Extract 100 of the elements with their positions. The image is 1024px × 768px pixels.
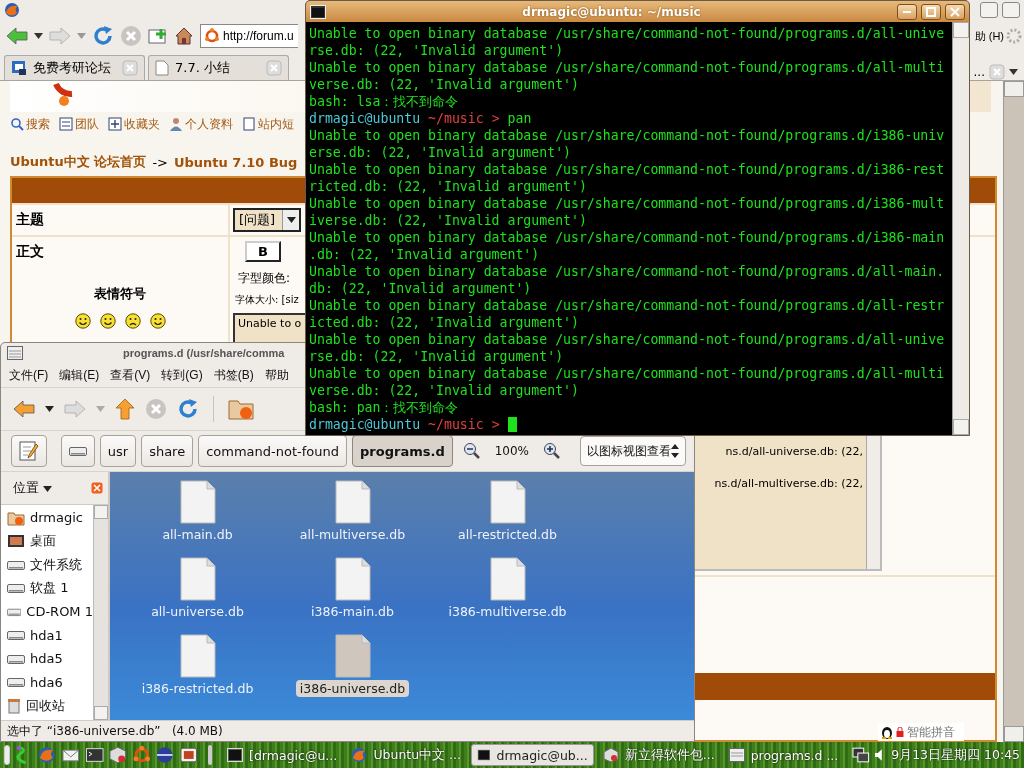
logo-icon[interactable] xyxy=(131,745,152,765)
tab[interactable]: 7.7. 小结 xyxy=(148,55,289,80)
sidebar-item[interactable]: 桌面 xyxy=(1,529,93,553)
file-item[interactable]: i386-multiverse.db xyxy=(430,557,585,634)
menu-item[interactable]: 查看(V) xyxy=(110,366,151,384)
breadcrumb-link[interactable]: Ubuntu中文 论坛首页 xyxy=(10,153,147,171)
nav-link[interactable]: 团队 xyxy=(59,115,99,133)
nav-link[interactable]: 搜索 xyxy=(10,115,50,133)
menu-item[interactable]: 转到(G) xyxy=(161,366,203,384)
menu-item[interactable]: 帮助 xyxy=(264,366,289,384)
close-button[interactable] xyxy=(945,3,965,20)
smiley-icon[interactable] xyxy=(149,313,166,329)
new-tab-icon[interactable] xyxy=(148,27,168,45)
path-button[interactable]: share xyxy=(141,435,194,467)
taskbar-button[interactable]: drmagic@ub... xyxy=(470,744,594,766)
file-item[interactable]: i386-restricted.db xyxy=(120,634,275,711)
nav-link[interactable]: 站内短 xyxy=(242,115,294,133)
terminal-line: Unable to open binary database /usr/share/command-not-found/programs.d/i386-mult xyxy=(309,195,945,212)
home-folder-icon[interactable] xyxy=(228,397,254,421)
drive-button[interactable] xyxy=(60,435,95,467)
close-icon[interactable] xyxy=(91,482,103,494)
menu-item[interactable]: 编辑(E) xyxy=(59,366,100,384)
zoom-in-icon[interactable] xyxy=(543,442,561,460)
caret-icon[interactable] xyxy=(1009,69,1018,75)
file-item[interactable]: i386-main.db xyxy=(275,557,430,634)
sidebar-item[interactable]: hda1 xyxy=(1,623,93,647)
input-method-indicator[interactable]: 智能拼音 xyxy=(878,723,964,741)
caret-icon[interactable] xyxy=(286,217,296,223)
monitor-icon[interactable] xyxy=(178,745,199,765)
taskbar-button[interactable]: programs.d ... xyxy=(723,744,844,766)
file-item[interactable]: all-universe.db xyxy=(120,557,275,634)
back-icon[interactable] xyxy=(6,26,28,46)
path-button[interactable]: command-not-found xyxy=(198,435,347,467)
address-field[interactable]: http://forum.u xyxy=(200,24,298,48)
home-icon[interactable] xyxy=(174,26,194,46)
sidebar-item[interactable]: 软盘 1 xyxy=(1,576,93,600)
drag-handle[interactable] xyxy=(208,745,213,765)
caret-icon[interactable] xyxy=(45,406,54,412)
minimize-button[interactable] xyxy=(897,3,917,20)
home-folder-icon xyxy=(7,509,25,526)
view-mode-select[interactable]: 以图标视图查看 xyxy=(580,436,686,466)
terminal-icon[interactable] xyxy=(84,745,105,765)
caret-icon[interactable] xyxy=(34,33,43,39)
reload-icon[interactable] xyxy=(177,398,199,420)
topic-select[interactable]: [问题] xyxy=(233,208,301,232)
close-button[interactable] xyxy=(1002,2,1020,18)
scrollbar[interactable] xyxy=(866,433,880,569)
window-icon xyxy=(7,346,23,360)
drag-handle[interactable] xyxy=(4,745,10,765)
smiley-icon[interactable] xyxy=(124,313,141,329)
scrollbar[interactable] xyxy=(1003,81,1024,742)
taskbar-button[interactable]: Ubuntu中文 ... xyxy=(346,744,467,766)
reload-icon[interactable] xyxy=(92,25,114,47)
sidebar-item[interactable]: 文件系统 xyxy=(1,553,93,577)
spin-arrows-icon xyxy=(671,444,679,458)
file-item[interactable]: all-restricted.db xyxy=(430,480,585,557)
globe-icon[interactable] xyxy=(155,745,175,765)
file-item[interactable]: all-main.db xyxy=(120,480,275,557)
smiley-icon[interactable] xyxy=(74,313,91,329)
maximize-button[interactable] xyxy=(921,3,941,20)
path-button[interactable]: programs.d xyxy=(352,435,453,467)
nav-link[interactable]: 个人资料 xyxy=(169,115,233,133)
sidebar-item[interactable]: 回收站 xyxy=(1,694,93,718)
breadcrumb-link[interactable]: Ubuntu 7.10 Bug xyxy=(173,154,298,170)
up-arrow-icon[interactable] xyxy=(115,398,135,420)
scrollbar[interactable] xyxy=(93,505,108,720)
bold-button[interactable]: B xyxy=(245,241,281,262)
scrollbar[interactable] xyxy=(952,22,969,435)
windows-icon[interactable] xyxy=(851,747,870,763)
file-item[interactable]: i386-universe.db xyxy=(275,634,430,711)
taskbar-button[interactable]: 新立得软件包... xyxy=(597,744,720,766)
drive-icon xyxy=(7,582,25,595)
tab[interactable]: 免费考研论坛 xyxy=(4,55,145,80)
close-icon[interactable] xyxy=(266,60,282,76)
nav-link[interactable]: 收藏夹 xyxy=(108,115,160,133)
file-item[interactable]: all-multiverse.db xyxy=(275,480,430,557)
sidebar-selector[interactable]: 位置 xyxy=(13,479,53,497)
minimize-icon xyxy=(903,10,911,13)
package-icon[interactable] xyxy=(108,745,128,765)
back-icon[interactable] xyxy=(13,399,35,419)
maximize-button[interactable] xyxy=(980,2,998,18)
sidebar-item[interactable]: CD-ROM 1 xyxy=(1,600,93,624)
menu-item[interactable]: 文件(F) xyxy=(9,366,49,384)
sidebar-item[interactable]: hda6 xyxy=(1,670,93,694)
menu-item[interactable]: 助 (H) xyxy=(974,28,1004,44)
trash-icon xyxy=(7,697,21,714)
menu-item[interactable]: 书签(B) xyxy=(213,366,254,384)
edit-location-button[interactable] xyxy=(11,435,47,467)
clock[interactable]: 9月13日星期四 10:45 xyxy=(891,746,1021,764)
sidebar-item[interactable]: drmagic xyxy=(1,506,93,530)
zoom-out-icon[interactable] xyxy=(462,442,481,460)
smiley-icon[interactable] xyxy=(99,313,116,329)
sidebar-item[interactable]: hda5 xyxy=(1,647,93,671)
taskbar-button[interactable]: [drmagic@u... xyxy=(222,744,343,766)
path-button[interactable]: usr xyxy=(99,435,137,467)
prompt-line: drmagic@ubuntu ~/music > pan xyxy=(309,110,532,127)
window-title: drmagic@ubuntu: ~/music xyxy=(521,4,702,19)
close-icon[interactable] xyxy=(122,60,138,76)
file-icon xyxy=(334,557,371,601)
tab-label[interactable]: ... xyxy=(973,65,985,79)
